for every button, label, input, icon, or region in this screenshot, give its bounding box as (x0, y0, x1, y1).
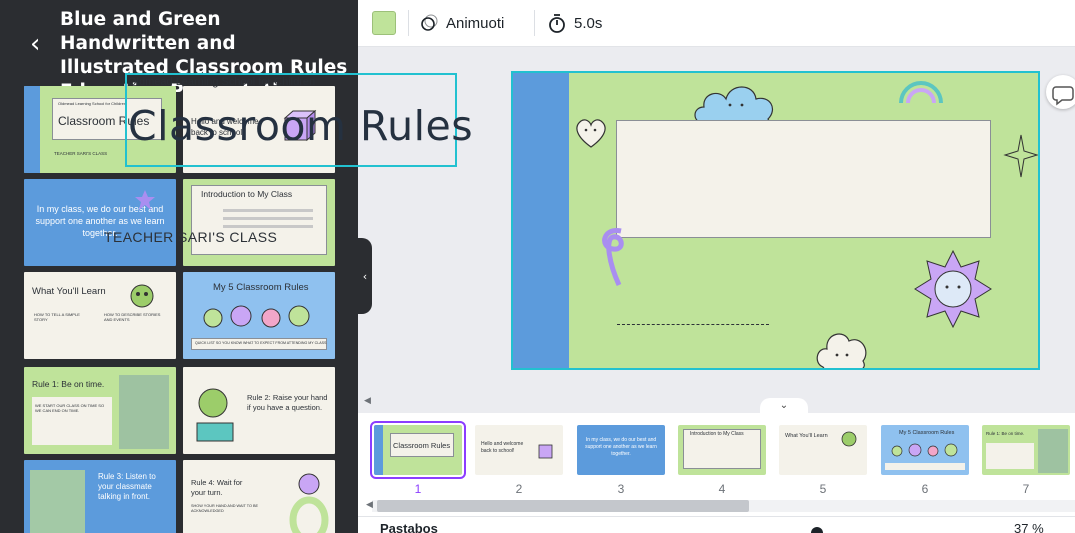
thumb-title: My 5 Classroom Rules (213, 282, 309, 293)
back-button[interactable]: ‹ (30, 30, 50, 58)
background-color-swatch[interactable] (372, 11, 396, 35)
animate-icon (421, 14, 438, 31)
page-label: Hello and welcome back to school! (481, 441, 524, 454)
thumb-footer: TEACHER SARI'S CLASS (54, 151, 108, 156)
monster-icon (289, 473, 329, 533)
cloud-face-illustration-icon (816, 333, 867, 368)
animate-label: Animuoti (446, 14, 505, 32)
thumb-photo (30, 470, 85, 533)
filmstrip-page-6[interactable]: My 5 Classroom Rules (881, 425, 969, 475)
slide-teacher-name[interactable]: TEACHER SARI'S CLASS (104, 229, 277, 245)
page-card (986, 443, 1034, 469)
template-page-4[interactable]: Introduction to My Class (183, 179, 335, 266)
thumb-title: Rule 4: Wait for your turn. (191, 478, 243, 497)
cube-illustration-icon (538, 444, 553, 459)
filmstrip-toggle-button[interactable]: ⌄ (760, 398, 808, 414)
page-number: 1 (414, 482, 422, 496)
timing-button[interactable]: 5.0s (548, 8, 602, 38)
collapse-panel-button[interactable]: ‹ (358, 238, 372, 314)
thumb-accent-bar (24, 86, 40, 173)
page-number: 4 (718, 482, 726, 496)
teacher-underline (617, 324, 769, 325)
page-label: What You'll Learn (785, 433, 828, 439)
slide-school-name[interactable]: Oldmead Learning School for Children (128, 76, 315, 88)
zoom-slider-knob[interactable] (811, 527, 823, 533)
editor-toolbar: Animuoti 5.0s (358, 0, 1075, 47)
monster-icon (196, 388, 234, 442)
zoom-level[interactable]: 37 % (1014, 521, 1044, 533)
thumb-title: Rule 1: Be on time. (32, 379, 105, 389)
template-page-10[interactable]: Rule 4: Wait for your turn. SHOW YOUR HA… (183, 460, 335, 533)
page-label: Rule 1: Be on time. (986, 431, 1025, 436)
comment-button[interactable] (1046, 75, 1075, 109)
thumb-text-line (223, 209, 313, 212)
characters-icon (891, 443, 958, 457)
filmstrip-page-1[interactable]: Classroom Rules (370, 421, 466, 479)
comment-icon (1052, 86, 1074, 106)
thumb-subtitle: Oldmead Learning School for Children (58, 101, 127, 106)
timing-label: 5.0s (574, 14, 603, 32)
thumb-body: SHOW YOUR HAND AND WAIT TO BE ACKNOWLEDG… (191, 504, 259, 513)
page-label: My 5 Classroom Rules (899, 430, 955, 436)
thumb-col1: HOW TO TELL A SIMPLE STORY (34, 312, 80, 322)
title-card (616, 120, 991, 238)
page-label: Introduction to My Class (690, 431, 744, 437)
bottom-bar (358, 516, 1075, 533)
slide-accent-bar (513, 73, 569, 368)
thumb-body: WE START OUR CLASS ON TIME SO WE CAN END… (35, 403, 105, 413)
monster-icon (130, 284, 154, 308)
thumb-title: Introduction to My Class (201, 189, 293, 199)
template-page-5[interactable]: What You'll Learn HOW TO TELL A SIMPLE S… (24, 272, 176, 359)
thumb-title: Rule 2: Raise your hand if you have a qu… (247, 393, 328, 412)
page-number: 5 (819, 482, 827, 496)
scroll-left-arrow[interactable]: ◀ (366, 500, 373, 510)
toolbar-divider (534, 10, 535, 36)
filmstrip-page-4[interactable]: Introduction to My Class (678, 425, 766, 475)
swirl-illustration-icon (602, 228, 624, 287)
canvas-scroll-left-arrow[interactable]: ◀ (364, 396, 371, 406)
template-page-6[interactable]: My 5 Classroom Rules QUICK LIST SO YOU K… (183, 272, 335, 359)
characters-icon (203, 305, 310, 328)
sun-illustration-icon (914, 249, 992, 329)
thumb-col2: HOW TO DESCRIBE STORIES AND EVENTS (104, 312, 161, 322)
page-label: In my class, we do our best and support … (585, 437, 657, 457)
animate-button[interactable]: Animuoti (420, 8, 504, 38)
notes-button[interactable]: Pastabos (380, 521, 438, 533)
filmstrip-page-5[interactable]: What You'll Learn (779, 425, 867, 475)
page-number: 6 (921, 482, 929, 496)
page-number: 7 (1022, 482, 1030, 496)
page-accent-bar (374, 425, 383, 475)
star-icon (135, 190, 155, 210)
template-header: ‹ Blue and Green Handwritten and Illustr… (0, 0, 358, 102)
thumb-title: Rule 3: Listen to your classmate talking… (98, 472, 156, 501)
thumb-photo (119, 375, 169, 449)
filmstrip-page-3[interactable]: In my class, we do our best and support … (577, 425, 665, 475)
slide-title[interactable]: Classroom Rules (128, 102, 473, 150)
thumb-footer: QUICK LIST SO YOU KNOW WHAT TO EXPECT FR… (195, 341, 327, 345)
sparkle-icon (1003, 134, 1038, 178)
thumb-text-line (223, 217, 313, 220)
monster-icon (841, 431, 857, 447)
filmstrip-page-2[interactable]: Hello and welcome back to school! (475, 425, 563, 475)
heart-illustration-icon (576, 119, 606, 148)
template-page-8[interactable]: Rule 2: Raise your hand if you have a qu… (183, 367, 335, 454)
page-number: 3 (617, 482, 625, 496)
template-page-7[interactable]: Rule 1: Be on time. WE START OUR CLASS O… (24, 367, 176, 454)
page-label: Classroom Rules (393, 441, 451, 450)
page-number: 2 (515, 482, 523, 496)
template-page-3[interactable]: In my class, we do our best and support … (24, 179, 176, 266)
rainbow-illustration-icon (899, 81, 943, 103)
filmstrip-page-7[interactable]: Rule 1: Be on time. (982, 425, 1070, 475)
stopwatch-icon (549, 14, 565, 33)
page-photo (1038, 429, 1068, 473)
thumb-title: What You'll Learn (32, 286, 106, 297)
filmstrip-scrollbar-thumb[interactable] (377, 500, 749, 512)
thumb-text-line (223, 225, 313, 228)
slide-canvas[interactable] (511, 71, 1040, 370)
page-footer-box (885, 463, 965, 470)
toolbar-divider (408, 10, 409, 36)
template-page-9[interactable]: Rule 3: Listen to your classmate talking… (24, 460, 176, 533)
